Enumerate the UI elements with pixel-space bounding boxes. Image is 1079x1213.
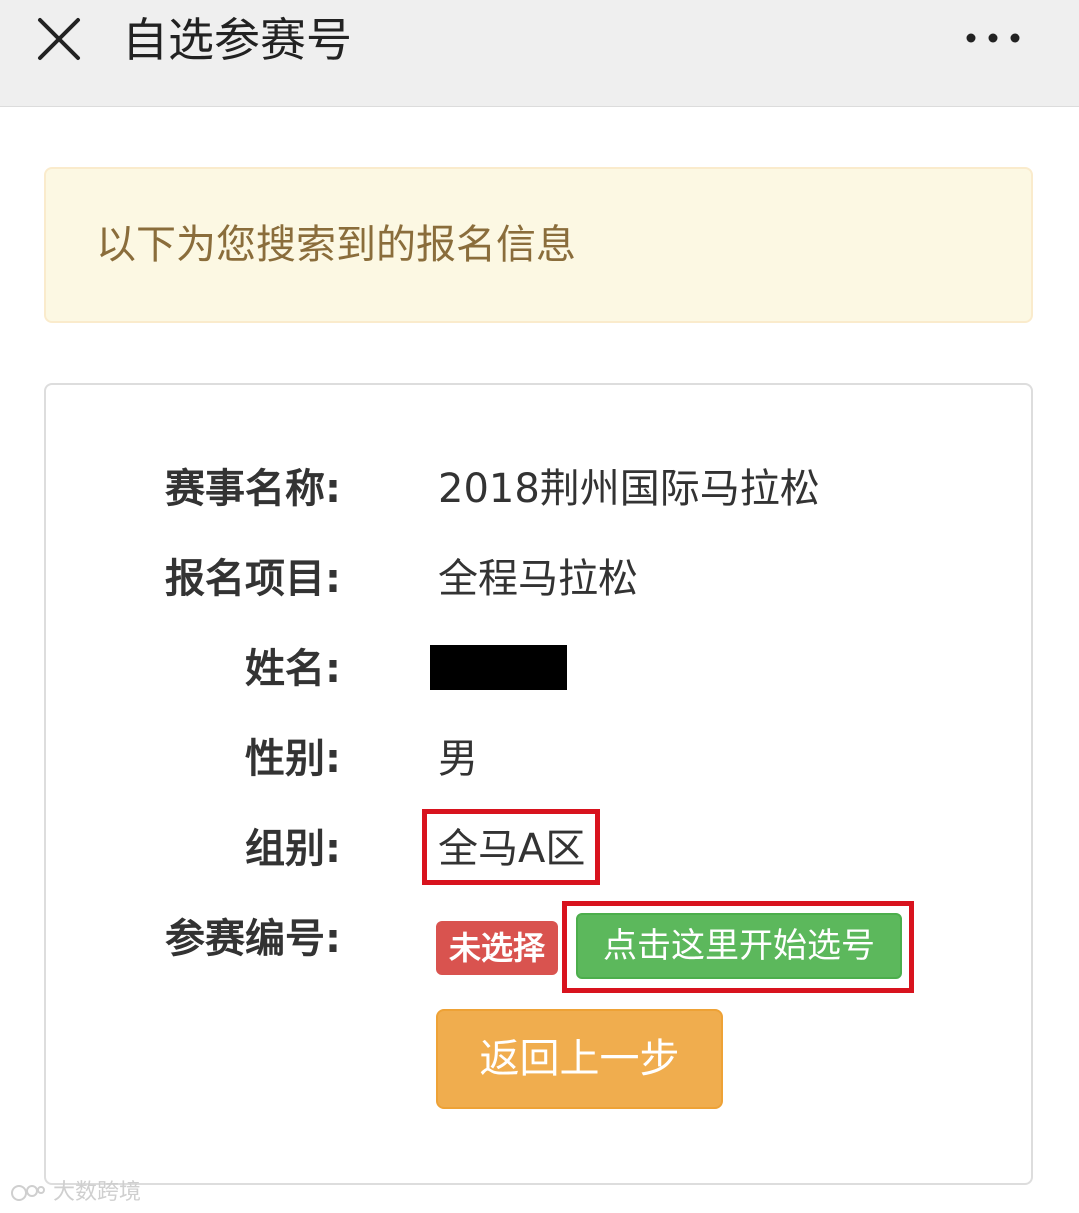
name-redacted-block bbox=[430, 645, 567, 690]
more-options-icon[interactable] bbox=[960, 18, 1030, 58]
event-name-value: 2018荆州国际马拉松 bbox=[438, 466, 820, 512]
top-bar: 自选参赛号 bbox=[0, 0, 1079, 107]
start-choosing-button[interactable]: 点击这里开始选号 bbox=[576, 913, 902, 979]
event-name-label: 赛事名称: bbox=[165, 466, 341, 512]
registration-info-panel: 赛事名称: 2018荆州国际马拉松 报名项目: 全程马拉松 姓名: 性别: 男 … bbox=[44, 383, 1033, 1185]
close-icon[interactable] bbox=[30, 10, 90, 70]
watermark-text: 大数跨境 bbox=[53, 1180, 142, 1205]
back-button[interactable]: 返回上一步 bbox=[436, 1009, 723, 1109]
watermark-logo-icon bbox=[10, 1182, 46, 1204]
watermark: 大数跨境 bbox=[10, 1178, 141, 1208]
name-label: 姓名: bbox=[245, 646, 341, 692]
registration-item-label: 报名项目: bbox=[165, 556, 341, 602]
group-label: 组别: bbox=[245, 826, 341, 872]
bib-status-badge: 未选择 bbox=[436, 921, 558, 975]
bib-number-label: 参赛编号: bbox=[165, 916, 341, 962]
gender-value: 男 bbox=[438, 736, 478, 782]
gender-label: 性别: bbox=[245, 736, 341, 782]
notice-text: 以下为您搜索到的报名信息 bbox=[96, 222, 576, 268]
group-highlight-box bbox=[422, 809, 600, 885]
registration-item-value: 全程马拉松 bbox=[438, 556, 638, 602]
info-notice: 以下为您搜索到的报名信息 bbox=[44, 167, 1033, 323]
page-title: 自选参赛号 bbox=[122, 13, 352, 67]
